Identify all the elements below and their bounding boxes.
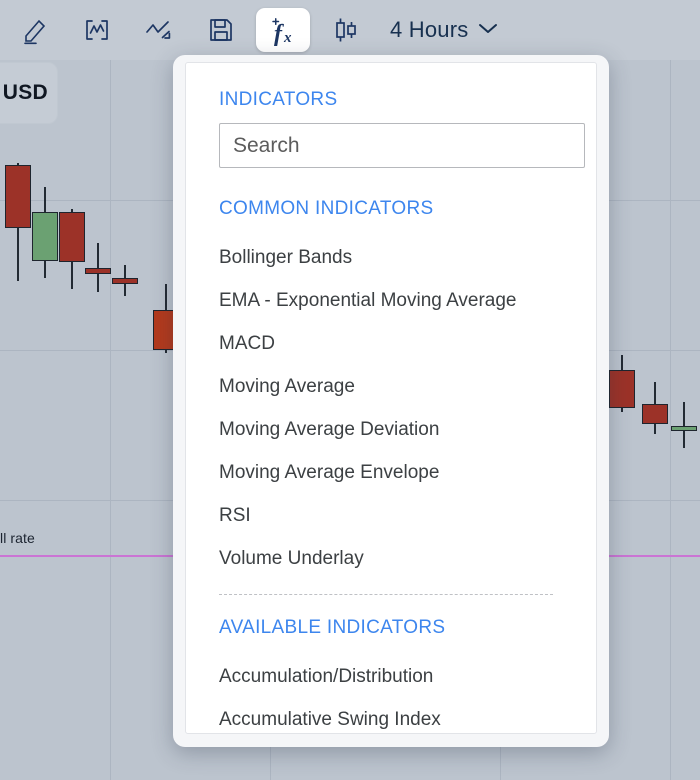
timeframe-label: 4 Hours (390, 17, 469, 42)
candle-body (85, 268, 111, 274)
svg-text:f: f (274, 21, 284, 46)
list-item[interactable]: Volume Underlay (186, 537, 596, 580)
indicators-heading: INDICATORS (219, 89, 338, 110)
list-item[interactable]: Accumulative Swing Index (186, 698, 596, 733)
chevron-down-icon (477, 21, 499, 40)
list-item[interactable]: RSI (186, 494, 596, 537)
candle-body (5, 165, 31, 228)
timeframe-selector[interactable]: 4 Hours (390, 17, 499, 43)
common-indicators-heading: COMMON INDICATORS (219, 198, 434, 219)
candle-body (112, 278, 138, 284)
chart-bracket-icon[interactable] (70, 8, 124, 52)
grid-line-vertical (110, 60, 111, 780)
candlestick (671, 402, 697, 448)
list-item[interactable]: Moving Average Envelope (186, 451, 596, 494)
available-indicators-heading: AVAILABLE INDICATORS (219, 617, 446, 638)
search-input[interactable] (219, 123, 585, 168)
available-indicators-list: Accumulation/Distribution Accumulative Sw… (186, 655, 596, 733)
svg-text:x: x (283, 30, 292, 46)
sell-rate-label: ll rate (0, 530, 35, 546)
symbol-tag[interactable]: USD (0, 62, 58, 124)
symbol-tag-label: USD (2, 81, 48, 104)
candlestick (5, 163, 31, 281)
candle-body (59, 212, 85, 262)
list-item[interactable]: Moving Average Deviation (186, 408, 596, 451)
candlestick (59, 209, 85, 289)
chart-toolbar: f x 4 Hours (0, 0, 700, 60)
trading-chart-screen: ll rate USD f x 4 Hours INDICATORS Searc… (0, 0, 700, 780)
candlestick (85, 243, 111, 292)
list-item[interactable]: Bollinger Bands (186, 236, 596, 279)
draw-pencil-icon[interactable] (8, 8, 62, 52)
candle-body (642, 404, 668, 424)
list-item[interactable]: Accumulation/Distribution (186, 655, 596, 698)
candlestick (32, 187, 58, 278)
save-icon[interactable] (194, 8, 248, 52)
indicators-scroll-list[interactable]: INDICATORS COMMON INDICATORS Bollinger B… (185, 62, 597, 734)
indicators-popup: INDICATORS COMMON INDICATORS Bollinger B… (173, 55, 609, 747)
trend-line-icon[interactable] (132, 8, 186, 52)
candlestick-icon[interactable] (318, 8, 372, 52)
candle-wick (683, 402, 685, 448)
candlestick (112, 265, 138, 296)
candlestick (642, 382, 668, 434)
candle-body (671, 426, 697, 431)
list-item[interactable]: MACD (186, 322, 596, 365)
candle-body (32, 212, 58, 261)
candlestick (609, 355, 635, 412)
candle-body (609, 370, 635, 408)
list-item[interactable]: EMA - Exponential Moving Average (186, 279, 596, 322)
list-item[interactable]: Moving Average (186, 365, 596, 408)
indicators-fx-icon[interactable]: f x (256, 8, 310, 52)
common-indicators-list: Bollinger Bands EMA - Exponential Moving … (186, 236, 596, 580)
section-divider (219, 594, 553, 595)
